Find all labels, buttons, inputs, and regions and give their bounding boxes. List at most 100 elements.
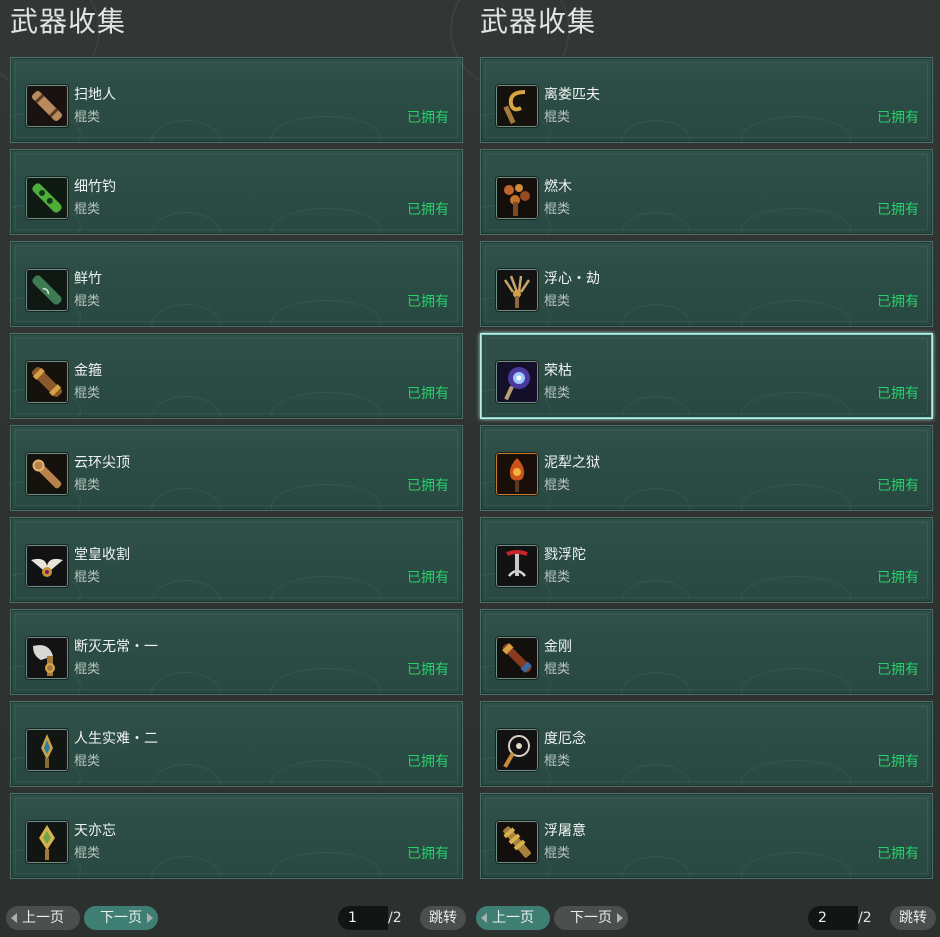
weapon-type: 棍类 bbox=[544, 754, 571, 769]
weapon-name: 人生实难・二 bbox=[74, 731, 158, 747]
pagoda-staff-icon bbox=[496, 821, 538, 863]
chevron-left-icon bbox=[11, 913, 17, 923]
flame-staff-icon bbox=[496, 453, 538, 495]
weapon-card[interactable]: 浮屠意 棍类 已拥有 bbox=[480, 793, 933, 879]
weapon-type: 棍类 bbox=[544, 662, 571, 677]
weapon-name: 堂皇收割 bbox=[74, 547, 130, 563]
weapon-name: 泥犁之狱 bbox=[544, 455, 600, 471]
weapon-type: 棍类 bbox=[74, 846, 101, 861]
owned-status: 已拥有 bbox=[877, 110, 919, 126]
weapon-name: 云环尖顶 bbox=[74, 455, 130, 471]
weapon-card[interactable]: 人生实难・二 棍类 已拥有 bbox=[10, 701, 463, 787]
trident-staff-icon bbox=[26, 729, 68, 771]
next-page-button[interactable]: 下一页 bbox=[84, 906, 158, 930]
wooden-staff-icon bbox=[26, 85, 68, 127]
weapon-card[interactable]: 天亦忘 棍类 已拥有 bbox=[10, 793, 463, 879]
cloud-ring-staff-icon bbox=[26, 453, 68, 495]
jump-button[interactable]: 跳转 bbox=[420, 906, 466, 930]
weapon-card[interactable]: 堂皇收割 棍类 已拥有 bbox=[10, 517, 463, 603]
prev-page-button[interactable]: 上一页 bbox=[6, 906, 80, 930]
chevron-right-icon bbox=[147, 913, 153, 923]
weapon-type: 棍类 bbox=[544, 570, 571, 585]
weapon-name: 燃木 bbox=[544, 179, 572, 195]
weapon-name: 浮心・劫 bbox=[544, 271, 600, 287]
weapon-card-selected[interactable]: 荣枯 棍类 已拥有 bbox=[480, 333, 933, 419]
weapon-card[interactable]: 鲜竹 棍类 已拥有 bbox=[10, 241, 463, 327]
owned-status: 已拥有 bbox=[877, 478, 919, 494]
owned-status: 已拥有 bbox=[407, 846, 449, 862]
owned-status: 已拥有 bbox=[877, 294, 919, 310]
weapon-card[interactable]: 金刚 棍类 已拥有 bbox=[480, 609, 933, 695]
weapon-name: 荣枯 bbox=[544, 363, 572, 379]
owned-status: 已拥有 bbox=[407, 662, 449, 678]
page-total: /2 bbox=[858, 910, 872, 926]
weapon-type: 棍类 bbox=[544, 478, 571, 493]
jade-bamboo-staff-icon bbox=[26, 177, 68, 219]
weapon-type: 棍类 bbox=[74, 754, 101, 769]
next-page-button[interactable]: 下一页 bbox=[554, 906, 628, 930]
weapon-type: 棍类 bbox=[544, 110, 571, 125]
crimson-claw-staff-icon bbox=[496, 545, 538, 587]
weapon-card[interactable]: 燃木 棍类 已拥有 bbox=[480, 149, 933, 235]
owned-status: 已拥有 bbox=[877, 754, 919, 770]
owned-status: 已拥有 bbox=[877, 846, 919, 862]
owned-status: 已拥有 bbox=[407, 294, 449, 310]
weapon-name: 断灭无常・一 bbox=[74, 639, 158, 655]
golden-trident-staff-icon bbox=[26, 821, 68, 863]
weapon-list: 扫地人 棍类 已拥有 细竹钓 棍类 已拥有 鲜竹 棍类 已拥有 金箍 棍类 已拥… bbox=[10, 57, 463, 885]
page-total: /2 bbox=[388, 910, 402, 926]
weapon-name: 浮屠意 bbox=[544, 823, 586, 839]
beaded-staff-icon bbox=[496, 177, 538, 219]
winged-staff-icon bbox=[26, 545, 68, 587]
weapon-type: 棍类 bbox=[74, 294, 101, 309]
owned-status: 已拥有 bbox=[407, 110, 449, 126]
weapon-type: 棍类 bbox=[74, 662, 101, 677]
weapon-card[interactable]: 戮浮陀 棍类 已拥有 bbox=[480, 517, 933, 603]
weapon-name: 扫地人 bbox=[74, 87, 116, 103]
weapon-card[interactable]: 细竹钓 棍类 已拥有 bbox=[10, 149, 463, 235]
ring-staff-icon bbox=[496, 729, 538, 771]
weapon-name: 度厄念 bbox=[544, 731, 586, 747]
weapon-type: 棍类 bbox=[74, 202, 101, 217]
owned-status: 已拥有 bbox=[877, 662, 919, 678]
weapon-collection-panel-left: 武器收集 扫地人 棍类 已拥有 细竹钓 棍类 已拥有 鲜竹 棍类 已拥有 金箍 … bbox=[0, 0, 470, 937]
weapon-type: 棍类 bbox=[544, 846, 571, 861]
axe-staff-icon bbox=[26, 637, 68, 679]
weapon-type: 棍类 bbox=[544, 202, 571, 217]
jump-button[interactable]: 跳转 bbox=[890, 906, 936, 930]
weapon-name: 天亦忘 bbox=[74, 823, 116, 839]
weapon-type: 棍类 bbox=[544, 386, 571, 401]
weapon-card[interactable]: 离娄匹夫 棍类 已拥有 bbox=[480, 57, 933, 143]
chevron-right-icon bbox=[617, 913, 623, 923]
owned-status: 已拥有 bbox=[407, 202, 449, 218]
golden-staff-icon bbox=[26, 361, 68, 403]
owned-status: 已拥有 bbox=[877, 570, 919, 586]
weapon-card[interactable]: 泥犁之狱 棍类 已拥有 bbox=[480, 425, 933, 511]
weapon-name: 细竹钓 bbox=[74, 179, 116, 195]
weapon-name: 金箍 bbox=[74, 363, 102, 379]
page-number-input[interactable] bbox=[338, 906, 388, 930]
weapon-card[interactable]: 金箍 棍类 已拥有 bbox=[10, 333, 463, 419]
weapon-name: 戮浮陀 bbox=[544, 547, 586, 563]
weapon-collection-panel-right: 武器收集 离娄匹夫 棍类 已拥有 燃木 棍类 已拥有 浮心・劫 棍类 已拥有 荣… bbox=[450, 0, 940, 937]
weapon-type: 棍类 bbox=[74, 478, 101, 493]
weapon-name: 离娄匹夫 bbox=[544, 87, 600, 103]
weapon-card[interactable]: 浮心・劫 棍类 已拥有 bbox=[480, 241, 933, 327]
vajra-staff-icon bbox=[496, 637, 538, 679]
orb-staff-icon bbox=[496, 361, 538, 403]
pagination: 上一页 下一页 /2 跳转 bbox=[470, 906, 940, 930]
weapon-card[interactable]: 扫地人 棍类 已拥有 bbox=[10, 57, 463, 143]
owned-status: 已拥有 bbox=[407, 478, 449, 494]
weapon-type: 棍类 bbox=[74, 386, 101, 401]
weapon-card[interactable]: 度厄念 棍类 已拥有 bbox=[480, 701, 933, 787]
weapon-type: 棍类 bbox=[544, 294, 571, 309]
weapon-name: 鲜竹 bbox=[74, 271, 102, 287]
weapon-card[interactable]: 断灭无常・一 棍类 已拥有 bbox=[10, 609, 463, 695]
prev-page-button[interactable]: 上一页 bbox=[476, 906, 550, 930]
weapon-card[interactable]: 云环尖顶 棍类 已拥有 bbox=[10, 425, 463, 511]
chevron-left-icon bbox=[481, 913, 487, 923]
weapon-list: 离娄匹夫 棍类 已拥有 燃木 棍类 已拥有 浮心・劫 棍类 已拥有 荣枯 棍类 … bbox=[480, 57, 933, 885]
page-number-input[interactable] bbox=[808, 906, 858, 930]
owned-status: 已拥有 bbox=[407, 754, 449, 770]
panel-title: 武器收集 bbox=[10, 5, 127, 38]
